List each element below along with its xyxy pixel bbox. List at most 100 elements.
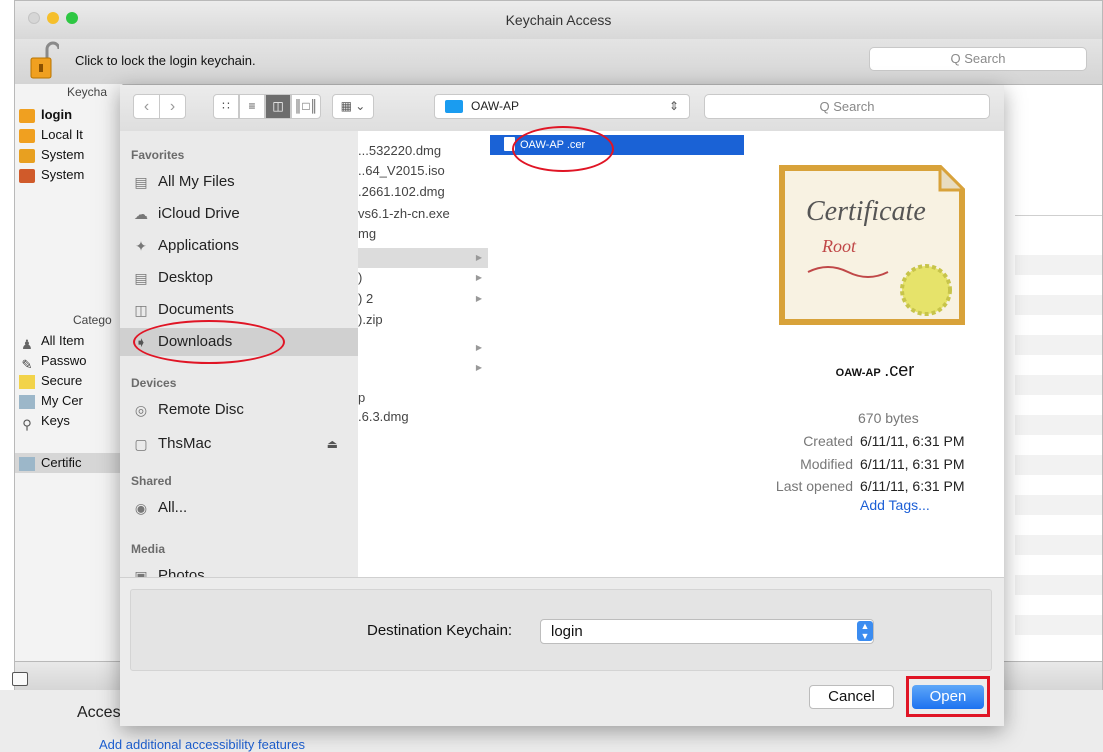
table-row-stripe [1015, 615, 1102, 635]
documents-icon: ◫ [134, 302, 148, 319]
pen-icon: ✎ [21, 356, 33, 371]
eject-icon[interactable]: ⏏ [327, 430, 338, 458]
keychain-item-system[interactable]: System [19, 145, 122, 165]
certificate-icon: Certificate Root [779, 165, 965, 325]
table-row-stripe [1015, 455, 1102, 475]
table-row-stripe [1015, 295, 1102, 315]
favorites-header: Favorites [131, 148, 185, 162]
list-item[interactable]: p [358, 388, 488, 408]
category-my-certificates[interactable]: My Cer [19, 391, 122, 411]
path-popup[interactable]: OAW-AP ⇕ [434, 94, 690, 119]
list-item[interactable]: vs6.1-zh-cn.exe [358, 204, 488, 224]
sheet-search-field[interactable]: Q Search [704, 94, 990, 119]
keychain-search-field[interactable]: Q Search [869, 47, 1087, 71]
table-row-stripe [1015, 255, 1102, 275]
sidebar-item-shared-all[interactable]: ◉ All... [128, 494, 350, 522]
people-icon: ♟ [21, 336, 33, 351]
list-item[interactable]: ...532220.dmg [358, 141, 488, 161]
destination-keychain-label: Destination Keychain: [367, 622, 513, 639]
list-view-icon[interactable]: ≡ [239, 94, 265, 119]
certificate-title: Certificate [806, 196, 926, 227]
table-row-stripe [1015, 575, 1102, 595]
lock-icon [19, 108, 35, 123]
camera-icon: ▣ [134, 568, 148, 577]
network-globe-icon: ◉ [134, 500, 148, 517]
keychain-item-login[interactable]: login [19, 105, 122, 125]
list-item[interactable]: mg [358, 224, 488, 244]
category-certificates[interactable]: Certific [15, 453, 122, 473]
window-title: Keychain Access [505, 12, 612, 28]
icon-view-icon[interactable]: ∷ [213, 94, 239, 119]
file-size: 670 bytes [858, 410, 919, 426]
shared-header: Shared [131, 474, 172, 488]
sidebar-item-remote-disc[interactable]: ◎ Remote Disc [128, 396, 350, 424]
arrange-menu-icon[interactable]: ▦ ⌄ [332, 94, 374, 119]
show-info-toggle-icon[interactable] [12, 672, 28, 686]
list-item[interactable]: .6.3.dmg [358, 407, 488, 427]
unlocked-padlock-icon[interactable] [29, 41, 59, 81]
list-item[interactable]: .2661.102.dmg [358, 182, 488, 202]
table-row-stripe [1015, 375, 1102, 395]
column-view-icon[interactable]: ◫ [265, 94, 291, 119]
disclosure-arrow-icon: ▶ [475, 294, 482, 303]
list-item[interactable]: ▶ [358, 358, 488, 378]
sidebar-item-all-my-files[interactable]: ▤ All My Files [128, 168, 350, 196]
keychain-item-system-roots[interactable]: System [19, 165, 122, 185]
cancel-button[interactable]: Cancel [809, 685, 894, 709]
keychains-header: Keycha [67, 85, 108, 99]
table-row-stripe [1015, 415, 1102, 435]
created-value: 6/11/11, 6:31 PM [860, 433, 965, 449]
category-all-items[interactable]: ♟ All Item [19, 331, 122, 351]
forward-button[interactable]: › [159, 94, 186, 119]
select-stepper-icon[interactable]: ▲ ▼ [857, 621, 873, 641]
keychain-item-local[interactable]: Local It [19, 125, 122, 145]
category-keys[interactable]: ⚲ Keys [19, 411, 122, 431]
disclosure-arrow-icon: ▶ [475, 343, 482, 352]
add-tags-link[interactable]: Add Tags... [860, 497, 930, 513]
devices-header: Devices [131, 376, 177, 390]
created-label: Created [803, 433, 853, 449]
certificate-icon [19, 456, 35, 471]
sidebar-item-applications[interactable]: ✦ Applications [128, 232, 350, 260]
list-item[interactable]: ) ▶ [358, 268, 488, 288]
disclosure-arrow-icon: ▶ [475, 253, 482, 262]
category-passwords[interactable]: ✎ Passwo [19, 351, 122, 371]
last-opened-label: Last opened [775, 478, 853, 494]
browser-column-2 [490, 131, 747, 577]
cloud-icon: ☁ [134, 206, 148, 223]
desktop-icon: ▤ [134, 270, 148, 287]
lock-icon [19, 128, 35, 143]
sidebar-item-documents[interactable]: ◫ Documents [128, 296, 350, 324]
hard-drive-icon: ▢ [134, 436, 148, 453]
disc-icon: ◎ [134, 402, 148, 419]
certificate-subtitle: Root [821, 236, 857, 256]
files-icon: ▤ [134, 174, 148, 191]
sidebar-item-photos[interactable]: ▣ Photos [128, 562, 350, 577]
accessibility-features-link[interactable]: Add additional accessibility features [99, 737, 305, 752]
sidebar-item-icloud-drive[interactable]: ☁ iCloud Drive [128, 200, 350, 228]
destination-keychain-select[interactable]: login [540, 619, 874, 644]
list-item[interactable]: ) 2 ▶ [358, 289, 488, 309]
sidebar-item-thsmac[interactable]: ▢ ThsMac ⏏ [128, 430, 350, 458]
preview-file-name: OAW-AP .cer [835, 360, 915, 380]
table-row-stripe [1015, 335, 1102, 355]
list-item[interactable]: ▶ [358, 338, 488, 358]
disclosure-arrow-icon: ▶ [475, 273, 482, 282]
sidebar-item-desktop[interactable]: ▤ Desktop [128, 264, 350, 292]
media-header: Media [131, 542, 166, 556]
disclosure-arrow-icon: ▶ [475, 363, 482, 372]
updown-chevron-icon: ⇕ [668, 99, 679, 113]
note-icon [19, 374, 35, 389]
certificate-icon [19, 394, 35, 409]
list-item[interactable]: ).zip [358, 310, 488, 330]
cover-flow-icon[interactable]: ║□║ [291, 94, 321, 119]
list-item-selected-folder[interactable]: ▶ [358, 248, 488, 268]
back-button[interactable]: ‹ [133, 94, 160, 119]
lock-icon [19, 148, 35, 163]
cabinet-icon [19, 168, 35, 183]
lock-instruction: Click to lock the login keychain. [75, 53, 256, 68]
category-secure-notes[interactable]: Secure [19, 371, 122, 391]
list-item[interactable]: ..64_V2015.iso [358, 161, 488, 181]
table-row-stripe [1015, 535, 1102, 555]
table-row-stripe [1015, 495, 1102, 515]
